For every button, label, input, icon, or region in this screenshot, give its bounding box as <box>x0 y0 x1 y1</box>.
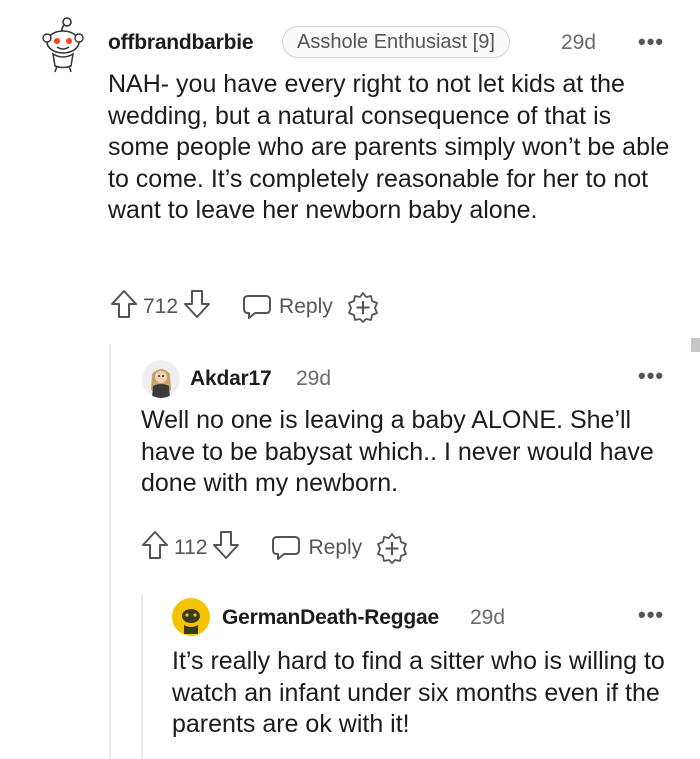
comment-username[interactable]: GermanDeath-Reggae <box>222 606 439 630</box>
award-button[interactable] <box>376 532 408 564</box>
comment-actions: 112 Reply <box>140 529 408 567</box>
comment-timestamp[interactable]: 29d <box>296 367 331 391</box>
reply-label: Reply <box>279 295 333 318</box>
snoo-avatar-icon <box>42 17 84 73</box>
downvote-button[interactable] <box>182 288 212 326</box>
comment-username[interactable]: Akdar17 <box>190 367 272 391</box>
comment-body: Well no one is leaving a baby ALONE. She… <box>141 406 654 497</box>
comment-bubble-icon <box>243 295 272 319</box>
more-options-button[interactable]: ••• <box>638 602 664 628</box>
vote-count: 712 <box>143 295 179 318</box>
comment-username[interactable]: offbrandbarbie <box>108 31 254 55</box>
user-avatar-icon <box>151 369 171 398</box>
thread-line[interactable] <box>141 594 143 759</box>
arrow-down-icon <box>184 290 211 318</box>
more-options-button[interactable]: ••• <box>638 29 664 55</box>
avatar[interactable] <box>38 16 88 74</box>
vote-count: 112 <box>174 536 208 559</box>
comment-timestamp[interactable]: 29d <box>561 31 596 55</box>
downvote-button[interactable] <box>211 529 241 567</box>
avatar[interactable] <box>172 598 210 636</box>
comment-actions: 712 Reply <box>109 288 379 326</box>
award-plus-icon <box>377 533 408 564</box>
avatar[interactable] <box>142 360 180 398</box>
scrollbar-thumb[interactable] <box>691 338 700 352</box>
reply-button[interactable]: Reply <box>271 534 362 562</box>
comment-bubble-icon <box>272 536 301 560</box>
reply-label: Reply <box>308 536 363 559</box>
arrow-down-icon <box>213 531 240 559</box>
reply-button[interactable]: Reply <box>242 293 333 321</box>
award-plus-icon <box>347 292 378 323</box>
thread-line[interactable] <box>109 344 111 759</box>
arrow-up-icon <box>142 531 168 559</box>
upvote-button[interactable] <box>140 529 170 567</box>
comment-timestamp[interactable]: 29d <box>470 606 505 630</box>
arrow-up-icon <box>111 290 137 318</box>
user-avatar-icon <box>182 609 200 634</box>
award-button[interactable] <box>347 291 379 323</box>
upvote-button[interactable] <box>109 288 139 326</box>
comment-body: NAH- you have every right to not let kid… <box>108 70 670 224</box>
comment-body: It’s really hard to find a sitter who is… <box>172 647 665 738</box>
user-flair: Asshole Enthusiast [9] <box>282 26 510 58</box>
more-options-button[interactable]: ••• <box>638 363 664 389</box>
